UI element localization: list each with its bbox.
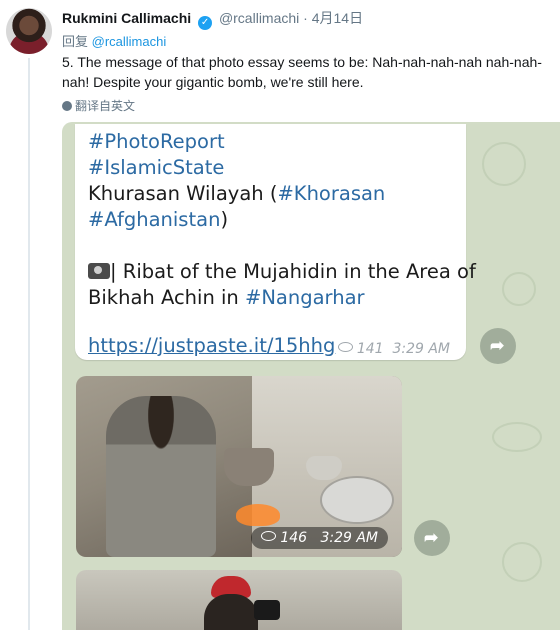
message-time: 3:29 AM bbox=[392, 341, 450, 357]
photo-view-count: 146 bbox=[280, 530, 308, 546]
doodle bbox=[502, 542, 542, 582]
message-line-3: Khurasan Wilayah (#Khorasan bbox=[88, 182, 386, 205]
hashtag-photoreport[interactable]: #PhotoReport bbox=[88, 130, 225, 153]
hashtag-islamicstate[interactable]: #IslamicState bbox=[88, 156, 224, 179]
photo-message-2[interactable] bbox=[76, 570, 402, 630]
photo-meta: 146 3:29 AM bbox=[251, 527, 388, 549]
forward-icon: ➦ bbox=[424, 528, 439, 547]
tweet-header: Rukmini Callimachi ✓ @rcallimachi · 4月14… bbox=[62, 8, 363, 30]
eye-icon bbox=[261, 531, 277, 541]
message-line-4: #Afghanistan) bbox=[88, 208, 229, 231]
tweet-date[interactable]: 4月14日 bbox=[312, 10, 363, 26]
globe-icon bbox=[62, 101, 72, 111]
photo-person bbox=[106, 396, 216, 557]
author-handle[interactable]: @rcallimachi bbox=[219, 10, 299, 26]
photo-bowl bbox=[306, 456, 342, 480]
message-bubble: #PhotoReport #IslamicState Khurasan Wila… bbox=[75, 124, 476, 360]
photo-camera bbox=[254, 600, 280, 620]
photo-fire bbox=[236, 504, 280, 526]
photo-person-2 bbox=[204, 594, 258, 630]
doodle bbox=[492, 422, 542, 452]
camera-icon bbox=[88, 263, 110, 279]
doodle bbox=[502, 272, 536, 306]
photo-pot bbox=[224, 448, 274, 486]
media-screenshot[interactable]: #PhotoReport #IslamicState Khurasan Wila… bbox=[62, 122, 560, 630]
hashtag-khorasan[interactable]: #Khorasan bbox=[277, 182, 385, 205]
hashtag-nangarhar[interactable]: #Nangarhar bbox=[245, 286, 365, 309]
message-link[interactable]: https://justpaste.it/15hhg bbox=[88, 334, 335, 357]
separator: · bbox=[303, 10, 308, 26]
photo-pan bbox=[320, 476, 394, 524]
reply-prefix: 回复 bbox=[62, 34, 89, 49]
forward-button[interactable]: ➦ bbox=[414, 520, 450, 556]
tweet: Rukmini Callimachi ✓ @rcallimachi · 4月14… bbox=[0, 0, 560, 630]
reply-mention[interactable]: @rcallimachi bbox=[92, 34, 167, 49]
tweet-text: 5. The message of that photo essay seems… bbox=[62, 54, 542, 90]
forward-icon: ➦ bbox=[490, 336, 505, 355]
eye-icon bbox=[337, 342, 353, 352]
message-meta: 141 3:29 AM bbox=[337, 341, 450, 357]
reply-to: 回复 @rcallimachi bbox=[62, 31, 166, 50]
author-name[interactable]: Rukmini Callimachi bbox=[62, 10, 191, 26]
hashtag-afghanistan[interactable]: #Afghanistan bbox=[88, 208, 220, 231]
photo-message[interactable]: 146 3:29 AM bbox=[76, 376, 402, 557]
thread-line bbox=[28, 58, 30, 630]
translate-label: 翻译自英文 bbox=[75, 99, 136, 113]
forward-button[interactable]: ➦ bbox=[480, 328, 516, 364]
message-line-6: Bikhah Achin in #Nangarhar bbox=[88, 286, 365, 309]
avatar[interactable] bbox=[6, 8, 52, 54]
view-count: 141 bbox=[356, 341, 384, 357]
doodle bbox=[482, 142, 526, 186]
translate-button[interactable]: 翻译自英文 bbox=[62, 97, 135, 114]
photo-time: 3:29 AM bbox=[320, 530, 378, 546]
message-line-5: | Ribat of the Mujahidin in the Area of bbox=[88, 260, 476, 283]
verified-icon: ✓ bbox=[198, 16, 213, 30]
